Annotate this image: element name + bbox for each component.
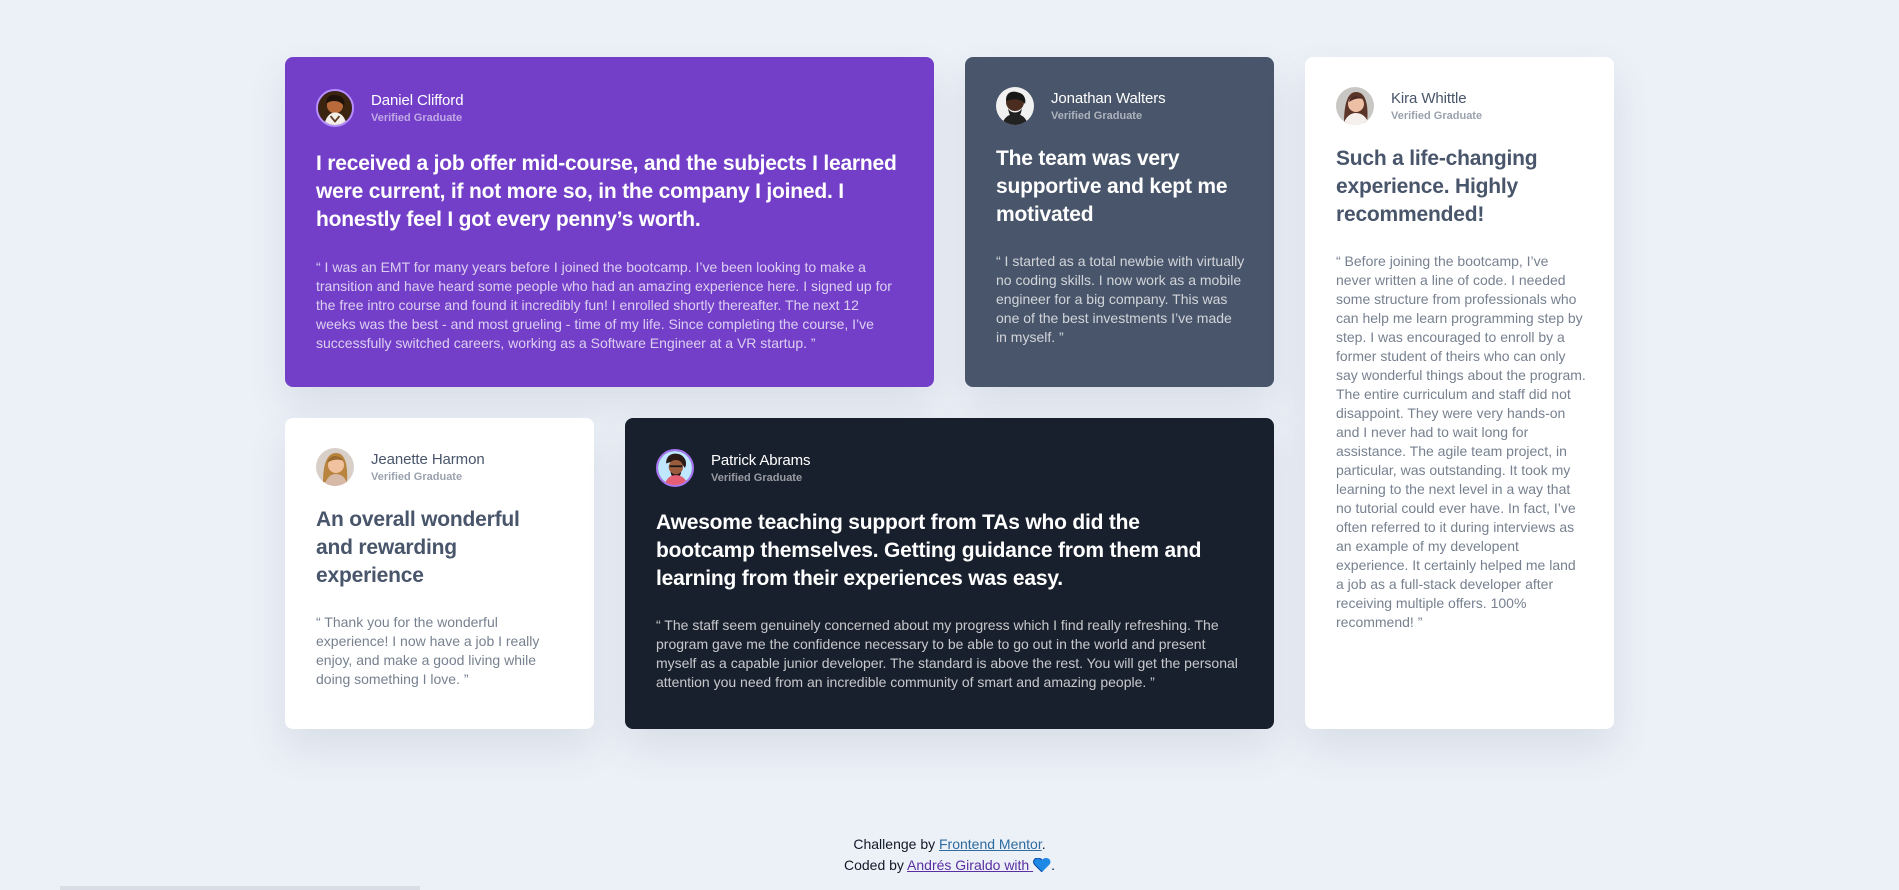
author-link-text: Andrés Giraldo with <box>907 857 1030 873</box>
author-block: Jonathan Walters Verified Graduate <box>996 87 1244 125</box>
testimonial-card-jeanette-harmon: Jeanette Harmon Verified Graduate An ove… <box>285 418 594 729</box>
author-details: Jeanette Harmon Verified Graduate <box>371 451 485 484</box>
challenge-prefix: Challenge by <box>853 836 939 852</box>
challenge-credit: Challenge by Frontend Mentor. <box>0 834 1899 855</box>
profile-avatar <box>316 89 354 127</box>
author-details: Daniel Clifford Verified Graduate <box>371 91 464 125</box>
profile-avatar <box>656 449 694 487</box>
testimonial-headline: I received a job offer mid-course, and t… <box>316 152 897 231</box>
author-block: Kira Whittle Verified Graduate <box>1336 87 1584 125</box>
verified-label: Verified Graduate <box>371 111 463 124</box>
author-name: Jeanette Harmon <box>371 450 485 468</box>
author-details: Patrick Abrams Verified Graduate <box>711 451 811 485</box>
verified-label: Verified Graduate <box>711 471 803 484</box>
testimonial-body: “ The staff seem genuinely concerned abo… <box>656 617 1238 690</box>
profile-avatar <box>1336 87 1374 125</box>
author-block: Patrick Abrams Verified Graduate <box>656 449 1236 487</box>
testimonial-grid: Daniel Clifford Verified Graduate I rece… <box>0 0 1899 890</box>
challenge-suffix: . <box>1041 836 1046 852</box>
profile-avatar <box>996 87 1034 125</box>
testimonial-headline: The team was very supportive and kept me… <box>996 147 1228 226</box>
author-name: Patrick Abrams <box>711 451 811 469</box>
coded-suffix: . <box>1051 857 1055 873</box>
testimonial-card-kira-whittle: Kira Whittle Verified Graduate Such a li… <box>1305 57 1614 729</box>
testimonial-card-daniel-clifford: Daniel Clifford Verified Graduate I rece… <box>285 57 934 387</box>
verified-label: Verified Graduate <box>1391 109 1483 122</box>
page-bottom-divider <box>0 886 1899 890</box>
author-name: Daniel Clifford <box>371 91 464 109</box>
testimonial-headline: An overall wonderful and rewarding exper… <box>316 508 520 587</box>
profile-avatar <box>316 448 354 486</box>
testimonial-body: “ I was an EMT for many years before I j… <box>316 259 892 351</box>
attribution-footer: Challenge by Frontend Mentor. Coded by A… <box>0 834 1899 876</box>
testimonial-headline: Awesome teaching support from TAs who di… <box>656 511 1202 590</box>
testimonial-body: “ Before joining the bootcamp, I’ve neve… <box>1336 253 1586 630</box>
author-credit: Coded by Andrés Giraldo with . <box>0 855 1899 876</box>
author-name: Kira Whittle <box>1391 89 1467 107</box>
author-details: Jonathan Walters Verified Graduate <box>1051 90 1166 123</box>
blue-heart-icon <box>1033 858 1051 872</box>
author-link[interactable]: Andrés Giraldo with <box>907 857 1051 873</box>
verified-label: Verified Graduate <box>1051 109 1143 122</box>
testimonial-body: “ Thank you for the wonderful experience… <box>316 614 540 687</box>
author-block: Jeanette Harmon Verified Graduate <box>316 448 563 486</box>
author-name: Jonathan Walters <box>1051 89 1166 107</box>
coded-prefix: Coded by <box>843 857 908 873</box>
verified-label: Verified Graduate <box>371 470 463 483</box>
testimonial-headline: Such a life-changing experience. Highly … <box>1336 147 1538 226</box>
testimonial-card-patrick-abrams: Patrick Abrams Verified Graduate Awesome… <box>625 418 1274 729</box>
frontend-mentor-link[interactable]: Frontend Mentor <box>939 836 1042 852</box>
author-details: Kira Whittle Verified Graduate <box>1391 90 1482 123</box>
testimonial-card-jonathan-walters: Jonathan Walters Verified Graduate The t… <box>965 57 1274 387</box>
testimonial-body: “ I started as a total newbie with virtu… <box>996 253 1245 345</box>
author-block: Daniel Clifford Verified Graduate <box>316 89 899 127</box>
